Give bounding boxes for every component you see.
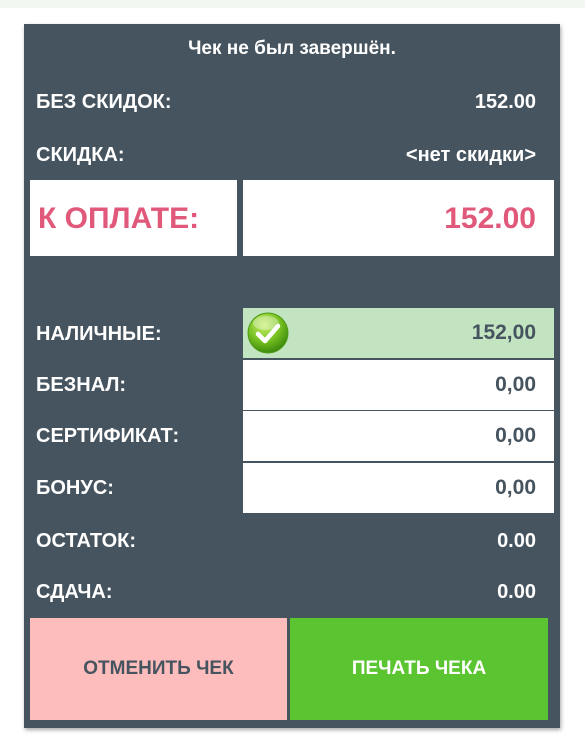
payment-certificate-label: СЕРТИФИКАТ: [36,425,180,447]
payment-cash-field[interactable]: 152,00 [243,308,554,358]
payment-bonus-field[interactable]: 0,00 [243,463,554,513]
remainder-label: ОСТАТОК: [36,530,137,552]
top-strip [0,0,585,8]
dialog-title: Чек не был завершён. [188,38,396,59]
change-value: 0.00 [497,581,536,603]
amount-due-value-box: 152.00 [243,180,554,256]
payment-cash-value: 152,00 [471,321,536,344]
discount-label: СКИДКА: [36,144,125,166]
payment-certificate-field[interactable]: 0,00 [243,411,554,461]
discount-value[interactable]: <нет скидки> [406,144,536,167]
print-receipt-button[interactable]: ПЕЧАТЬ ЧЕКА [290,618,548,720]
payment-bonus-label: БОНУС: [36,477,114,499]
change-label: СДАЧА: [36,581,113,603]
payment-card-label: БЕЗНАЛ: [36,374,127,396]
remainder-value: 0.00 [497,530,536,552]
no-discount-value: 152.00 [474,91,536,113]
cancel-receipt-button[interactable]: ОТМЕНИТЬ ЧЕК [30,618,287,720]
payment-dialog: Чек не был завершён. БЕЗ СКИДОК: 152.00 … [24,24,560,728]
payment-certificate-value: 0,00 [495,424,536,447]
no-discount-label: БЕЗ СКИДОК: [36,91,172,113]
check-icon [247,312,289,354]
amount-due-value: 152.00 [444,202,536,235]
payment-bonus-value: 0,00 [495,476,536,499]
payment-card-value: 0,00 [495,373,536,396]
payment-cash-label: НАЛИЧНЫЕ: [36,323,162,345]
payment-card-field[interactable]: 0,00 [243,360,554,410]
amount-due-label: К ОПЛАТЕ: [38,202,200,235]
amount-due-label-box: К ОПЛАТЕ: [30,180,237,256]
